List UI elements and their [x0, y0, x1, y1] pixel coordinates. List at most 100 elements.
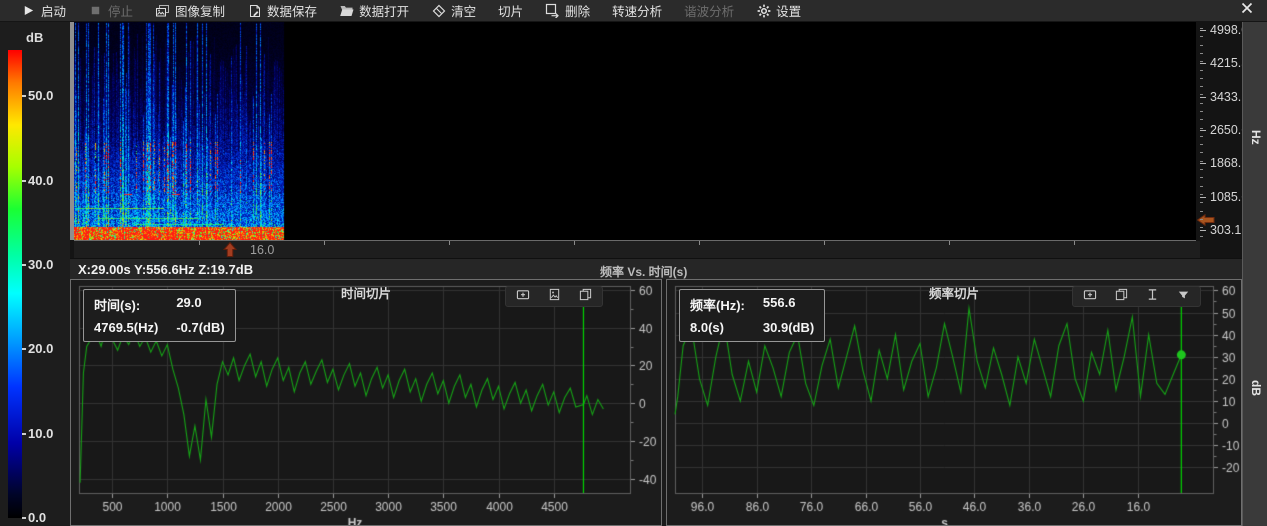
spectrogram-minor-tick [1200, 111, 1203, 112]
freq-slice-copy-page-button[interactable] [1113, 289, 1129, 304]
spectrogram-minor-tick [1200, 128, 1203, 129]
colorbar-tick [22, 433, 26, 435]
toolbar-button-delete-box[interactable]: 删除 [534, 0, 601, 22]
zoom-box-icon [1083, 288, 1097, 306]
colorbar-tick [22, 348, 26, 350]
close-button[interactable] [1233, 0, 1261, 22]
toolbar-button-image-copy[interactable]: 图像复制 [144, 0, 236, 22]
spectrogram-x-tick [574, 241, 575, 245]
time-marker-label: 16.0 [250, 243, 274, 257]
spectrogram-left-edge [70, 22, 74, 240]
spectrogram-minor-tick [1200, 53, 1203, 54]
spectrogram-marker-strip: 16.0 [74, 241, 1200, 258]
spectrogram-major-tick [1200, 130, 1206, 131]
toolbar-button-label: 删除 [565, 1, 590, 20]
spectrogram-minor-tick [1200, 219, 1203, 220]
colorbar-gradient [8, 50, 22, 518]
freq-slice-y-axis-label: dB [1249, 380, 1263, 396]
time-slice-copy-image-button[interactable] [546, 289, 562, 304]
toolbar-button-label: 转速分析 [612, 1, 662, 20]
spectrogram-x-tick [699, 241, 700, 245]
time-slice-tooltip: 时间(s): 29.0 4769.5(Hz) -0.7(dB) [83, 289, 236, 342]
colorbar-tick-label: 10.0 [28, 426, 53, 441]
toolbar-button-label: 图像复制 [175, 1, 225, 20]
spectrogram-minor-tick [1200, 194, 1203, 195]
stop-icon [88, 3, 103, 18]
spectrogram-minor-tick [1200, 119, 1203, 120]
spectrogram-plot[interactable] [74, 22, 1196, 241]
freq-slice-toolbar [1072, 286, 1201, 307]
toolbar-button-label: 停止 [108, 1, 133, 20]
gear-icon [756, 3, 771, 18]
toolbar-button-label: 数据打开 [359, 1, 409, 20]
colorbar-tick-label: 50.0 [28, 88, 53, 103]
spectrogram-x-tick [449, 241, 450, 245]
time-slice-copy-page-button[interactable] [577, 289, 593, 304]
folder-open-icon [339, 3, 354, 18]
toolbar-button-text-6[interactable]: 切片 [487, 0, 534, 22]
spectrogram-axis-title: 频率 Vs. 时间(s) [600, 263, 687, 280]
toolbar-button-text-8[interactable]: 转速分析 [601, 0, 673, 22]
slice-cursor-icon [1146, 288, 1159, 306]
data-save-icon [247, 3, 262, 18]
toolbar-button-eraser[interactable]: 清空 [420, 0, 487, 22]
spectrogram-major-tick [1200, 230, 1206, 231]
spectrogram-minor-tick [1200, 211, 1203, 212]
colorbar-panel: dB 50.040.030.020.010.00.0 [0, 22, 70, 526]
toolbar-button-text-9: 谐波分析 [673, 0, 745, 22]
spectrogram-minor-tick [1200, 236, 1203, 237]
spectrogram-major-tick [1200, 97, 1206, 98]
eraser-icon [431, 3, 446, 18]
spectrogram-major-tick [1200, 163, 1206, 164]
image-copy-icon [155, 3, 170, 18]
tooltip-label: 4769.5(Hz) [94, 320, 158, 335]
spectrogram-minor-tick [1200, 70, 1203, 71]
freq-slice-zoom-box-button[interactable] [1082, 289, 1098, 304]
spectrogram-minor-tick [1200, 86, 1203, 87]
spectrogram-panel: 16.0 4998.04215.53433.12650.61868.11085.… [70, 22, 1242, 258]
spectrogram-minor-tick [1200, 94, 1203, 95]
tooltip-value: 556.6 [763, 295, 814, 314]
cursor-readout: X:29.00s Y:556.6Hz Z:19.7dB [78, 262, 253, 277]
toolbar-button-label: 切片 [498, 1, 523, 20]
toolbar-button-stop: 停止 [77, 0, 144, 22]
colorbar-title: dB [26, 30, 43, 45]
toolbar-button-label: 启动 [41, 1, 66, 20]
spectrogram-minor-tick [1200, 45, 1203, 46]
spectrogram-minor-tick [1200, 144, 1203, 145]
spectrogram-x-tick [1074, 241, 1075, 245]
app-window: 启动 停止 图像复制数据保存 数据打开清空切片 删除 转速分析谐波分析 设置 dB 50.0… [0, 0, 1267, 526]
spectrogram-minor-tick [1200, 186, 1203, 187]
spectrogram-minor-tick [1200, 136, 1203, 137]
zoom-box-icon [516, 288, 530, 306]
tooltip-label: 8.0(s) [690, 320, 745, 335]
right-rail: Hz dB [1242, 22, 1267, 526]
spectrogram-y-tick-label: 303.1 [1210, 223, 1241, 237]
toolbar-button-folder-open[interactable]: 数据打开 [328, 0, 420, 22]
colorbar-tick [22, 264, 26, 266]
toolbar-button-gear[interactable]: 设置 [745, 0, 812, 22]
spectrogram-minor-tick [1200, 202, 1203, 203]
colorbar-tick-label: 30.0 [28, 257, 53, 272]
toolbar-button-data-save[interactable]: 数据保存 [236, 0, 328, 22]
toolbar-button-play[interactable]: 启动 [10, 0, 77, 22]
freq-slice-filter-button[interactable] [1175, 289, 1191, 304]
toolbar-button-label: 设置 [776, 1, 801, 20]
colorbar-tick-label: 20.0 [28, 341, 53, 356]
spectrogram-minor-tick [1200, 152, 1203, 153]
close-icon [1240, 1, 1254, 20]
spectrogram-minor-tick [1200, 78, 1203, 79]
tooltip-value: -0.7(dB) [176, 320, 224, 335]
colorbar-tick [22, 95, 26, 97]
copy-page-icon [1115, 288, 1128, 306]
play-icon [21, 3, 36, 18]
freq-slice-slice-cursor-button[interactable] [1144, 289, 1160, 304]
time-slice-zoom-box-button[interactable] [515, 289, 531, 304]
colorbar-tick [22, 180, 26, 182]
copy-image-icon [548, 288, 561, 306]
tooltip-label: 时间(s): [94, 295, 158, 314]
spectrogram-minor-tick [1200, 61, 1203, 62]
colorbar-tick [22, 517, 26, 519]
spectrogram-minor-tick [1200, 28, 1203, 29]
colorbar-tick-label: 40.0 [28, 173, 53, 188]
